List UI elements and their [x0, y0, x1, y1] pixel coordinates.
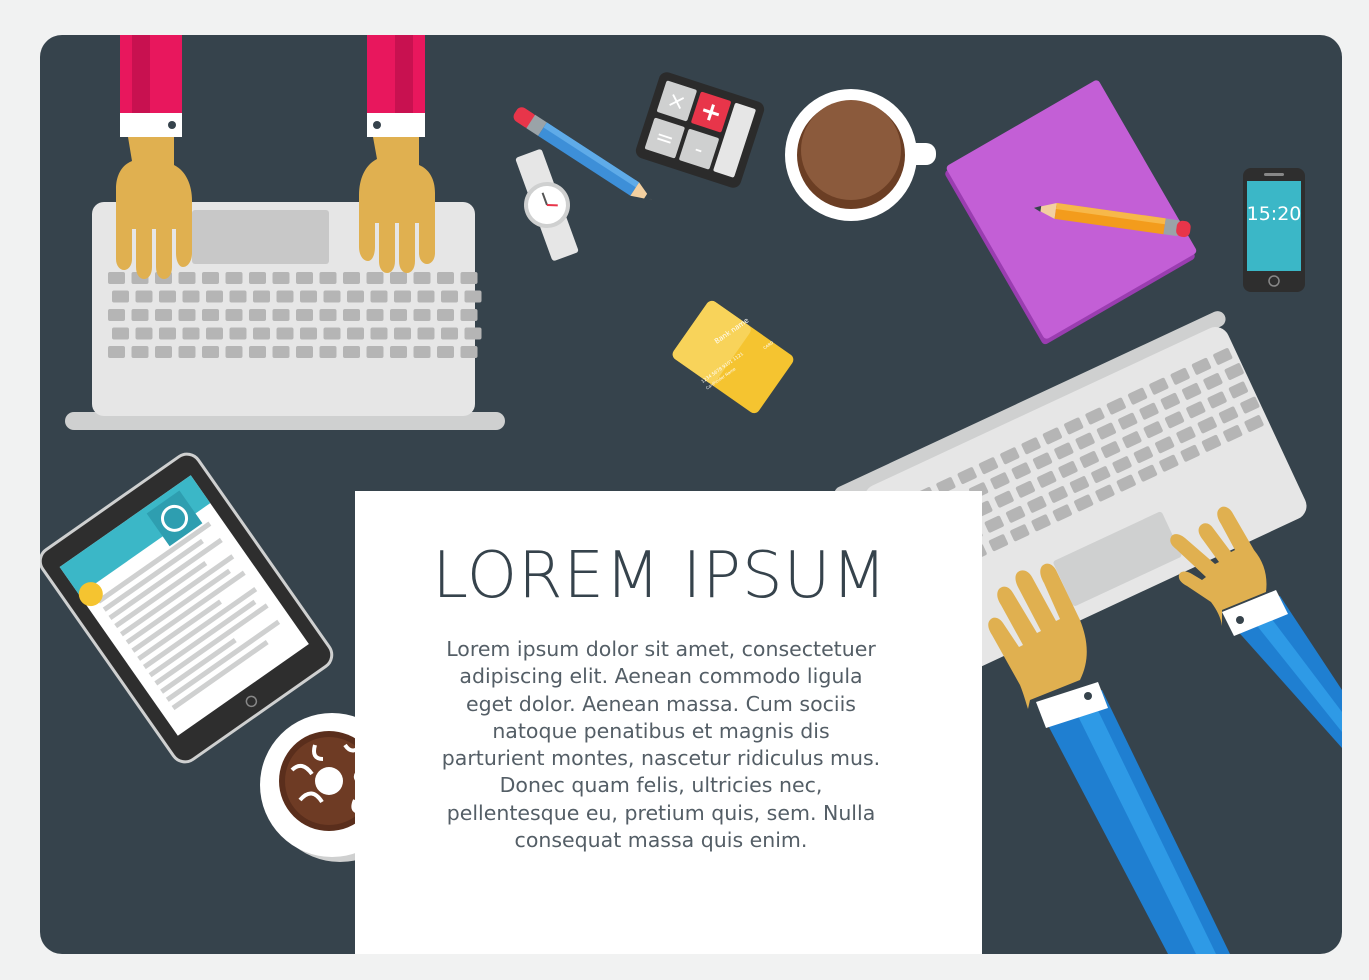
keyboard-key [464, 290, 482, 303]
keyboard-key [296, 272, 313, 284]
keyboard-key [441, 290, 458, 303]
body-line: consequat massa quis enim. [514, 828, 808, 853]
keyboard-key [225, 309, 243, 321]
keyboard-key [225, 346, 243, 358]
keyboard-key [437, 346, 454, 358]
keyboard-key [413, 309, 431, 321]
keyboard-key [343, 272, 360, 284]
keyboard-key [296, 346, 313, 358]
keyboard-key [202, 309, 219, 321]
keyboard-key [343, 346, 360, 358]
keyboard-key [390, 309, 407, 321]
keyboard-key [300, 290, 317, 303]
keyboard-key [178, 309, 196, 321]
keyboard-key [272, 346, 290, 358]
keyboard-key [206, 327, 223, 340]
keyboard-key [390, 272, 407, 284]
keyboard-key [159, 327, 176, 340]
keyboard-key [112, 290, 129, 303]
keyboard-key [437, 272, 454, 284]
keyboard-key [370, 327, 388, 340]
keyboard-key [413, 346, 431, 358]
keyboard-key [437, 309, 454, 321]
keyboard-key [343, 309, 360, 321]
keyboard-key [417, 327, 435, 340]
keyboard-key [108, 309, 125, 321]
keyboard-key [413, 272, 431, 284]
page-title: LOREM IPSUM [432, 539, 888, 613]
keyboard-key [131, 309, 149, 321]
body-line: natoque penatibus et magnis dis [492, 718, 830, 743]
keyboard-key [229, 290, 247, 303]
keyboard-key [347, 327, 364, 340]
keyboard-key [394, 290, 411, 303]
keyboard-key [229, 327, 247, 340]
keyboard-key [276, 290, 294, 303]
keyboard-key [202, 272, 219, 284]
body-line: Donec quam felis, ultricies nec, [499, 773, 823, 798]
keyboard-key [178, 272, 196, 284]
coffee-cup-icon [785, 89, 936, 221]
keyboard-key [417, 290, 435, 303]
keyboard-key [319, 309, 337, 321]
keyboard-key [460, 309, 478, 321]
keyboard-key [390, 346, 407, 358]
keyboard-key [460, 346, 478, 358]
keyboard-key [108, 346, 125, 358]
body-line: Lorem ipsum dolor sit amet, consectetuer [446, 637, 876, 661]
keyboard-key [178, 346, 196, 358]
keyboard-key [319, 346, 337, 358]
keyboard-key [249, 309, 266, 321]
tablet-icon [40, 452, 334, 764]
keyboard-key [366, 309, 384, 321]
keyboard-key [276, 327, 294, 340]
smartphone-icon [1243, 168, 1305, 292]
keyboard-key [159, 290, 176, 303]
keyboard-key [319, 272, 337, 284]
keyboard-key [272, 309, 290, 321]
keyboard-key [394, 327, 411, 340]
keyboard-key [347, 290, 364, 303]
keyboard-key [135, 327, 153, 340]
keyboard-key [206, 290, 223, 303]
keyboard-key [135, 290, 153, 303]
text-panel: LOREM IPSUM Lorem ipsum dolor sit amet, … [355, 491, 982, 954]
keyboard-key [366, 346, 384, 358]
keyboard-key [202, 346, 219, 358]
calculator-icon: × + = - [635, 72, 765, 188]
keyboard-key [249, 346, 266, 358]
keyboard-key [182, 327, 200, 340]
scene: × + = - LOREM IPSUM Lorem ipsum dolor si… [0, 0, 1369, 980]
phone-clock: 15:20 [1246, 203, 1302, 225]
keyboard-key [155, 309, 172, 321]
watch-icon [515, 149, 579, 261]
keyboard-key [323, 327, 341, 340]
keyboard-key [131, 346, 149, 358]
credit-card-icon [672, 300, 794, 414]
keyboard-key [441, 327, 458, 340]
body-paragraph: Lorem ipsum dolor sit amet, consectetuer… [421, 636, 901, 854]
keyboard-key [155, 346, 172, 358]
keyboard-key [464, 327, 482, 340]
body-line: eget dolor. Aenean massa. Cum sociis [466, 691, 856, 716]
keyboard-key [296, 309, 313, 321]
keyboard-key [225, 272, 243, 284]
keyboard-key [272, 272, 290, 284]
body-line: adipiscing elit. Aenean commodo ligula [459, 664, 863, 689]
keyboard-key [249, 272, 266, 284]
keyboard-key [112, 327, 129, 340]
keyboard-key [460, 272, 478, 284]
keyboard-key [366, 272, 384, 284]
keyboard-key [182, 290, 200, 303]
keyboard-key [300, 327, 317, 340]
body-line: parturient montes, nascetur ridiculus mu… [441, 746, 881, 771]
keyboard-key [323, 290, 341, 303]
keyboard-key [108, 272, 125, 284]
body-line: pellentesque eu, pretium quis, sem. Null… [446, 800, 876, 825]
keyboard-key [370, 290, 388, 303]
keyboard-key [253, 327, 270, 340]
keyboard-key [253, 290, 270, 303]
